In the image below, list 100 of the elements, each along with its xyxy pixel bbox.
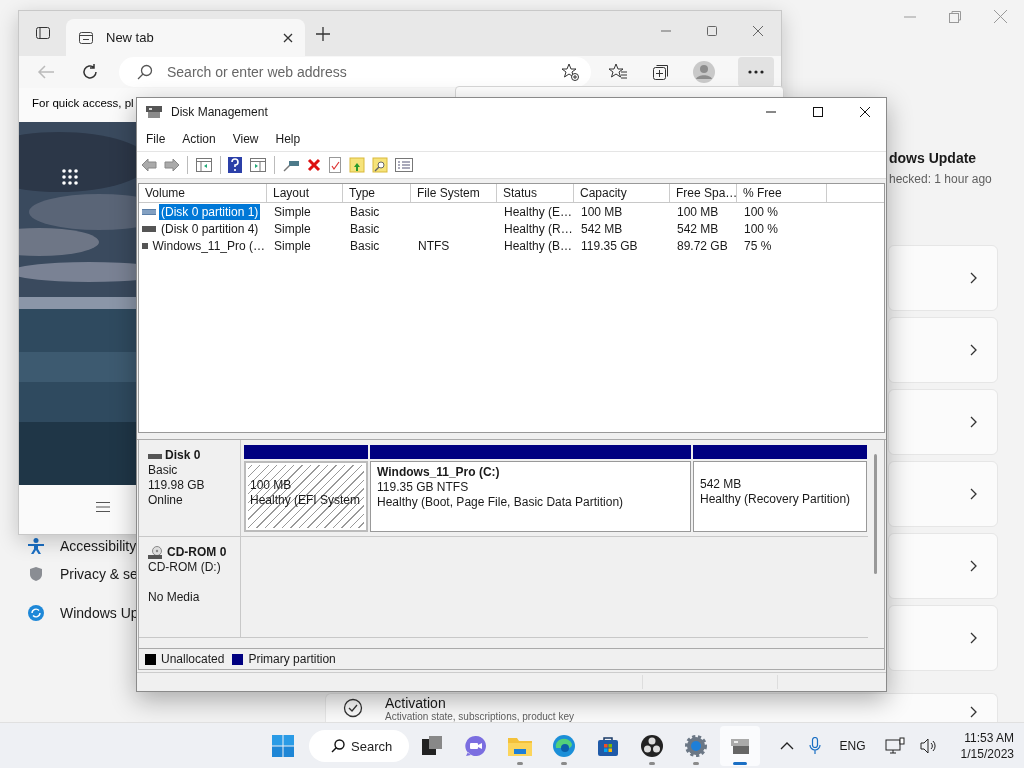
apps-grid-icon[interactable] — [61, 168, 79, 186]
column-header[interactable]: Layout — [267, 184, 343, 202]
folder-up-icon[interactable] — [349, 157, 365, 173]
table-cell: Healthy (R… — [504, 221, 573, 236]
disk-size: 119.98 GB — [148, 478, 206, 493]
table-cell: Healthy (E… — [504, 204, 573, 219]
list-view-icon[interactable] — [395, 158, 413, 172]
table-cell: 100 % — [744, 204, 779, 219]
table-cell: NTFS — [418, 238, 450, 253]
table-cell: 100 MB — [677, 204, 719, 219]
nav-item[interactable]: Accessibility — [28, 538, 137, 554]
table-cell: Simple — [274, 221, 311, 236]
nav-label: Accessibility — [60, 538, 137, 554]
browser-tab[interactable]: New tab — [66, 19, 305, 56]
tab-page-icon — [78, 29, 94, 46]
column-header[interactable]: File System — [411, 184, 497, 202]
menu-icon[interactable] — [96, 501, 110, 513]
table-cell: 89.72 GB — [677, 238, 728, 253]
partition-status: Healthy (Boot, Page File, Basic Data Partition) — [377, 495, 625, 510]
chevron-icon — [970, 706, 978, 718]
close-icon[interactable] — [859, 106, 871, 118]
console-tree-icon[interactable] — [195, 157, 213, 173]
refresh-icon[interactable] — [81, 63, 99, 81]
column-header[interactable]: Type — [343, 184, 411, 202]
browser-icon — [552, 734, 576, 758]
chevron-icon — [970, 632, 978, 644]
partition-box[interactable]: 100 MB Healthy (EFI System — [244, 461, 368, 532]
sync-icon — [28, 605, 44, 621]
table-cell: 100 % — [744, 221, 779, 236]
window-title: Disk Management — [171, 105, 268, 119]
back-arrow-icon[interactable] — [141, 158, 157, 172]
chevron-icon — [970, 560, 978, 572]
cd-drive-icon — [148, 545, 164, 560]
network-icon[interactable] — [884, 737, 905, 755]
sidebar-icon[interactable] — [35, 25, 51, 41]
volume-name[interactable]: Windows_11_Pro (… — [150, 237, 267, 254]
maximize-icon[interactable] — [812, 106, 824, 118]
language-indicator[interactable]: ENG — [839, 739, 866, 753]
table-cell: Healthy (B… — [504, 238, 573, 253]
speaker-icon[interactable] — [919, 738, 938, 754]
clock-date[interactable]: 1/15/2023 — [960, 746, 1014, 762]
volume-name[interactable]: (Disk 0 partition 1) — [159, 203, 261, 220]
disk-type: CD-ROM (D:) — [148, 560, 222, 575]
more-button[interactable] — [738, 57, 774, 87]
partition-size: 119.35 GB NTFS — [377, 480, 470, 495]
striped-drive-icon — [142, 207, 156, 216]
menu-item[interactable]: View — [232, 131, 259, 146]
action-pane-icon[interactable] — [249, 157, 267, 173]
dots-icon — [748, 70, 764, 74]
tab-label: New tab — [106, 30, 155, 45]
search-icon — [137, 64, 153, 80]
legend-label: Primary partition — [248, 652, 336, 666]
forward-arrow-icon[interactable] — [164, 158, 180, 172]
disk-name: CD-ROM 0 — [167, 545, 227, 560]
table-cell: Simple — [274, 204, 311, 219]
clock-time[interactable]: 11:53 AM — [964, 730, 1014, 746]
delete-icon[interactable] — [307, 158, 321, 172]
start-icon[interactable] — [271, 734, 295, 758]
profile-avatar-icon[interactable] — [692, 60, 716, 84]
help-icon[interactable] — [228, 157, 242, 173]
column-header[interactable]: % Free — [737, 184, 827, 202]
column-header[interactable]: Free Spa… — [670, 184, 737, 202]
partition-box[interactable]: Windows_11_Pro (C:) 119.35 GB NTFS Healthy (Boot, Page File, Basic Data Partition) — [370, 461, 691, 532]
activation-title: Activation — [385, 696, 447, 711]
column-header[interactable]: Capacity — [574, 184, 670, 202]
store-bag-icon — [596, 734, 620, 758]
collections-icon[interactable] — [652, 63, 670, 81]
menu-item[interactable]: Help — [275, 131, 301, 146]
disk-status: No Media — [148, 590, 201, 605]
add-favorite-icon[interactable] — [561, 63, 579, 81]
address-field[interactable]: Search or enter web address — [119, 57, 591, 87]
table-cell: Basic — [350, 221, 380, 236]
chevron-up-icon[interactable] — [779, 741, 794, 751]
activation-card[interactable]: Activation Activation state, subscriptions, product key — [325, 693, 998, 722]
partition-box[interactable]: 542 MB Healthy (Recovery Partition) — [693, 461, 867, 532]
last-checked-text: hecked: 1 hour ago — [889, 172, 992, 186]
disk-drive-icon — [145, 104, 163, 120]
table-cell: Basic — [350, 238, 380, 253]
chevron-icon — [970, 272, 978, 284]
accessibility-icon — [28, 538, 44, 554]
properties-icon[interactable] — [328, 157, 342, 173]
disk-name: Disk 0 — [165, 448, 201, 463]
new-tab-icon[interactable] — [316, 27, 330, 41]
table-cell: 75 % — [744, 238, 772, 253]
page-heading: dows Update — [889, 150, 977, 166]
menu-item[interactable]: Action — [182, 131, 216, 146]
shield-icon — [28, 566, 44, 582]
volume-name[interactable]: (Disk 0 partition 4) — [159, 220, 261, 237]
column-header[interactable]: Volume — [139, 184, 267, 202]
video-chat-icon — [464, 734, 488, 758]
menu-item[interactable]: File — [146, 131, 166, 146]
search-folder-icon[interactable] — [372, 157, 388, 173]
restore-icon[interactable] — [948, 10, 962, 24]
close-icon[interactable] — [283, 32, 293, 43]
column-header[interactable]: Status — [497, 184, 574, 202]
quick-access-text: For quick access, pl — [31, 96, 135, 109]
favorites-icon[interactable] — [609, 63, 627, 81]
search-button[interactable]: Search — [309, 730, 409, 762]
partition-size: 542 MB — [700, 477, 743, 492]
microphone-icon[interactable] — [808, 737, 821, 755]
